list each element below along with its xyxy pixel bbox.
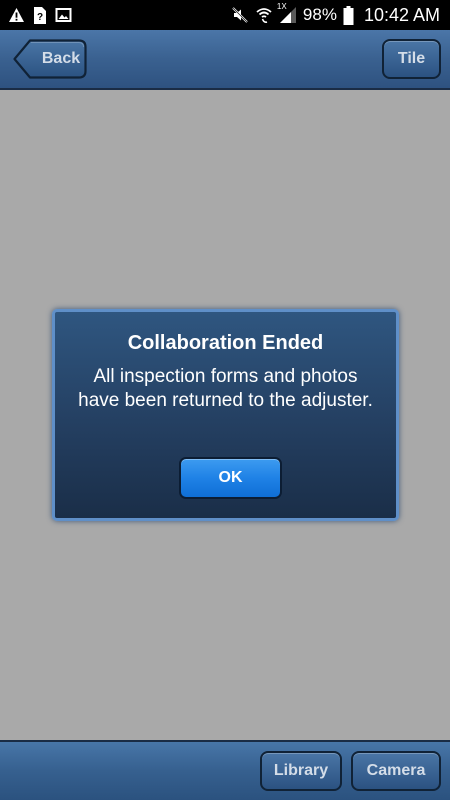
battery-percent: 98% (302, 5, 337, 24)
battery-icon (343, 5, 354, 25)
app-screen: ? 1X 98% 10:42 AM Back Tile Collaboratio… (0, 0, 450, 800)
wifi-calling-icon (255, 6, 273, 24)
camera-button[interactable]: Camera (351, 751, 441, 791)
unknown-file-icon: ? (33, 6, 47, 24)
status-bar: ? 1X 98% 10:42 AM (0, 0, 450, 30)
notification-icons: ? (8, 5, 72, 25)
back-button[interactable]: Back (13, 39, 87, 79)
bottom-toolbar: Library Camera (0, 740, 450, 800)
signal-icon: 1X (277, 2, 297, 24)
clock: 10:42 AM (363, 4, 440, 25)
mute-icon (231, 6, 249, 24)
image-icon (55, 7, 72, 23)
library-button[interactable]: Library (260, 751, 342, 791)
warning-icon (8, 7, 25, 23)
tile-button[interactable]: Tile (382, 39, 441, 79)
collaboration-ended-dialog: Collaboration Ended All inspection forms… (52, 309, 399, 521)
roaming-label: 1X (276, 2, 287, 11)
ok-button[interactable]: OK (179, 457, 282, 499)
system-icons: 1X 98% 10:42 AM (231, 2, 440, 27)
dialog-message: All inspection forms and photos have bee… (78, 366, 373, 411)
dialog-title: Collaboration Ended (127, 332, 324, 354)
navigation-bar: Back Tile (0, 30, 450, 90)
svg-text:?: ? (37, 12, 43, 23)
back-button-label: Back (41, 50, 81, 67)
